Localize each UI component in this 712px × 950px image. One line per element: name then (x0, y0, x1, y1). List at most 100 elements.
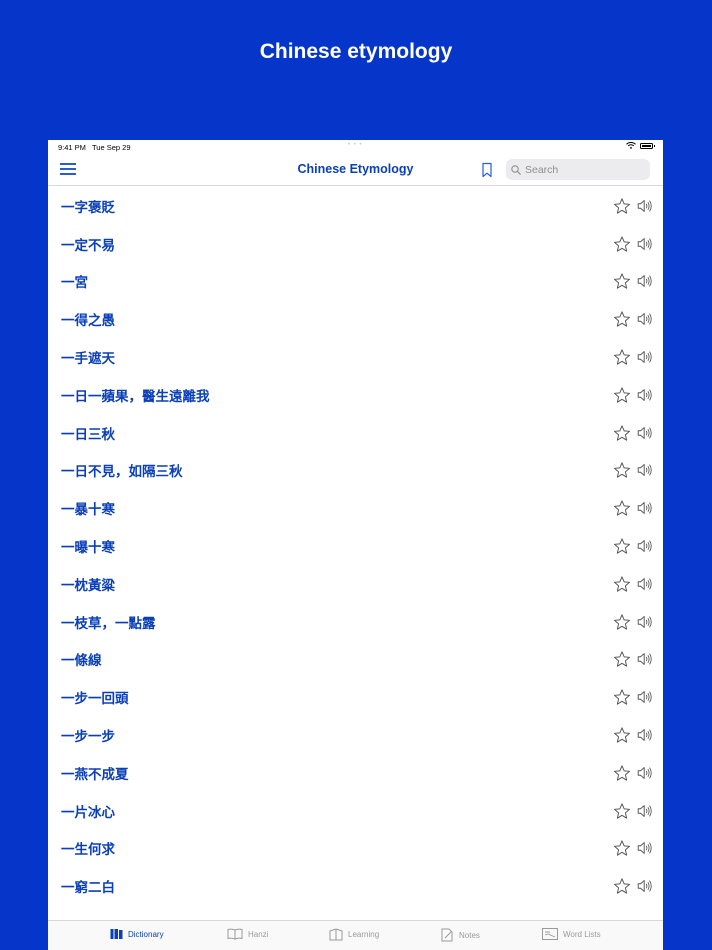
list-item[interactable]: 一窮二白 (48, 867, 663, 905)
status-date: Tue Sep 29 (92, 143, 131, 152)
entry-label: 一手遮天 (61, 351, 115, 368)
list-item[interactable]: 一步一回頭 (48, 678, 663, 716)
star-icon[interactable] (613, 689, 631, 706)
search-field[interactable] (506, 159, 650, 180)
entry-label: 一生何求 (61, 842, 115, 859)
status-time: 9:41 PM (58, 143, 86, 152)
star-icon[interactable] (613, 651, 631, 668)
tab-hanzi[interactable]: Hanzi (227, 928, 268, 940)
list-item[interactable]: 一宮 (48, 263, 663, 301)
learning-icon (329, 928, 343, 941)
speaker-icon[interactable] (637, 803, 653, 818)
speaker-icon[interactable] (637, 312, 653, 327)
entry-label: 一窮二白 (61, 880, 115, 897)
speaker-icon[interactable] (637, 879, 653, 894)
list-item[interactable]: 一枝草，一點露 (48, 603, 663, 641)
entry-label: 一暴十寒 (61, 502, 115, 519)
star-icon[interactable] (613, 424, 631, 441)
list-item[interactable]: 一燕不成夏 (48, 754, 663, 792)
speaker-icon[interactable] (637, 274, 653, 289)
entry-label: 一曝十寒 (61, 540, 115, 557)
star-icon[interactable] (613, 613, 631, 630)
tab-dictionary[interactable]: Dictionary (110, 928, 164, 940)
list-item[interactable]: 一日三秋 (48, 414, 663, 452)
entry-label: 一得之愚 (61, 313, 115, 330)
speaker-icon[interactable] (637, 198, 653, 213)
entry-label: 一步一步 (61, 729, 115, 746)
entry-label: 一日一蘋果，醫生遠離我 (61, 388, 210, 405)
entry-label: 一日三秋 (61, 426, 115, 443)
search-input[interactable] (525, 163, 640, 176)
speaker-icon[interactable] (637, 350, 653, 365)
star-icon[interactable] (613, 349, 631, 366)
multitasking-dots-icon[interactable]: • • • (348, 142, 363, 148)
tab-learning[interactable]: Learning (329, 928, 379, 941)
speaker-icon[interactable] (637, 387, 653, 402)
navigation-bar: Chinese Etymology (48, 154, 663, 186)
star-icon[interactable] (613, 462, 631, 479)
star-icon[interactable] (613, 802, 631, 819)
list-item[interactable]: 一片冰心 (48, 792, 663, 830)
notes-icon (441, 928, 454, 942)
entry-label: 一日不見，如隔三秋 (61, 464, 183, 481)
star-icon[interactable] (613, 386, 631, 403)
speaker-icon[interactable] (637, 841, 653, 856)
tab-word-lists[interactable]: Word Lists (542, 928, 601, 940)
star-icon[interactable] (613, 575, 631, 592)
dictionary-icon (110, 928, 123, 940)
tab-notes[interactable]: Notes (441, 928, 480, 942)
speaker-icon[interactable] (637, 765, 653, 780)
list-item[interactable]: 一字褒貶 (48, 187, 663, 225)
app-window: 9:41 PM Tue Sep 29 • • • Chinese Etymolo… (48, 140, 663, 950)
list-item[interactable]: 一枕黃粱 (48, 565, 663, 603)
tab-label: Hanzi (248, 929, 269, 939)
speaker-icon[interactable] (637, 539, 653, 554)
speaker-icon[interactable] (637, 576, 653, 591)
speaker-icon[interactable] (637, 236, 653, 251)
speaker-icon[interactable] (637, 425, 653, 440)
wifi-icon (626, 142, 636, 149)
list-item[interactable]: 一條線 (48, 641, 663, 679)
speaker-icon[interactable] (637, 463, 653, 478)
entry-label: 一片冰心 (61, 804, 115, 821)
list-item[interactable]: 一日不見，如隔三秋 (48, 452, 663, 490)
speaker-icon[interactable] (637, 690, 653, 705)
star-icon[interactable] (613, 273, 631, 290)
word-lists-icon (542, 928, 558, 940)
star-icon[interactable] (613, 878, 631, 895)
list-item[interactable]: 一定不易 (48, 225, 663, 263)
speaker-icon[interactable] (637, 652, 653, 667)
tab-label: Notes (459, 930, 480, 940)
star-icon[interactable] (613, 197, 631, 214)
star-icon[interactable] (613, 538, 631, 555)
tab-bar: Dictionary Hanzi Learning Notes Word Lists (48, 920, 663, 950)
tab-label: Dictionary (128, 929, 164, 939)
bookmark-icon[interactable] (480, 162, 494, 178)
entry-label: 一定不易 (61, 237, 115, 254)
list-item[interactable]: 一手遮天 (48, 338, 663, 376)
list-item[interactable]: 一步一步 (48, 716, 663, 754)
star-icon[interactable] (613, 727, 631, 744)
list-item[interactable]: 一得之愚 (48, 300, 663, 338)
star-icon[interactable] (613, 764, 631, 781)
star-icon[interactable] (613, 840, 631, 857)
hero-title: Chinese etymology (259, 40, 453, 63)
entry-label: 一枝草，一點露 (61, 615, 156, 632)
star-icon[interactable] (613, 311, 631, 328)
list-item[interactable]: 一暴十寒 (48, 489, 663, 527)
speaker-icon[interactable] (637, 728, 653, 743)
speaker-icon[interactable] (637, 614, 653, 629)
tab-label: Word Lists (563, 929, 601, 939)
list-item[interactable]: 一日一蘋果，醫生遠離我 (48, 376, 663, 414)
entry-label: 一字褒貶 (61, 199, 115, 216)
entry-label: 一步一回頭 (61, 691, 129, 708)
status-indicators (626, 142, 655, 149)
star-icon[interactable] (613, 235, 631, 252)
speaker-icon[interactable] (637, 501, 653, 516)
entry-label: 一條線 (61, 653, 102, 670)
list-item[interactable]: 一曝十寒 (48, 527, 663, 565)
star-icon[interactable] (613, 500, 631, 517)
book-icon (227, 928, 243, 940)
tab-label: Learning (348, 930, 380, 939)
list-item[interactable]: 一生何求 (48, 830, 663, 868)
